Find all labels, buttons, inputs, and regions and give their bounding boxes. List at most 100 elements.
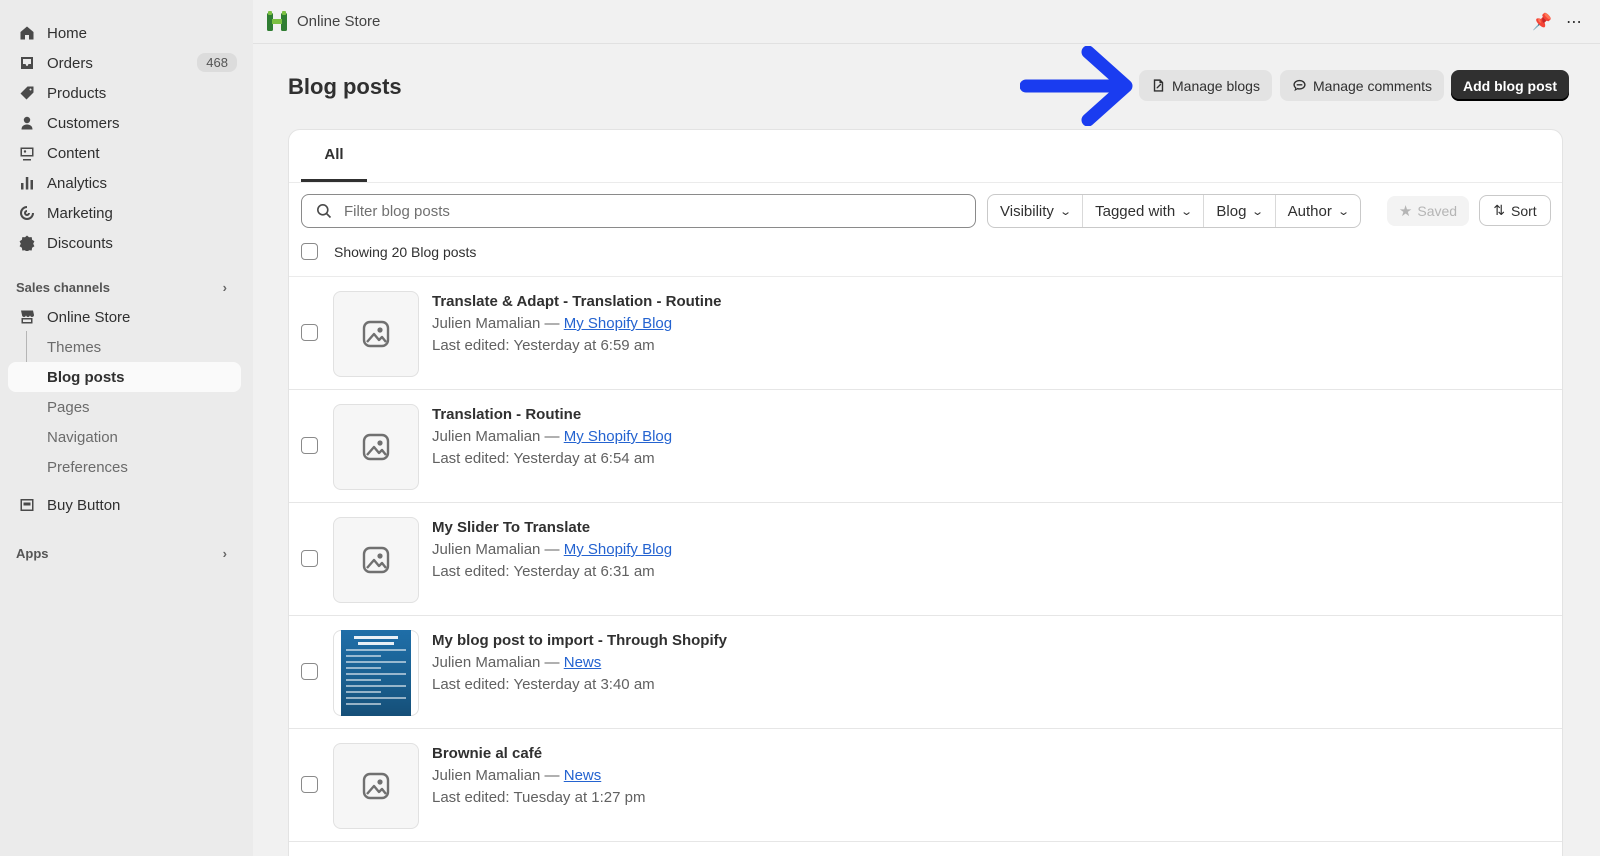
tab-all[interactable]: All (301, 130, 367, 182)
storefront-icon (18, 308, 36, 326)
sort-button[interactable]: ⇅ Sort (1479, 195, 1551, 226)
table-row[interactable]: My blog post to import - Through Shopify… (289, 616, 1562, 729)
sidebar-item-label: Products (47, 84, 107, 102)
more-options-icon[interactable]: ⋯ (1566, 12, 1582, 32)
document-image-icon (341, 630, 411, 716)
post-title[interactable]: Brownie al café (432, 745, 542, 762)
sidebar-item-label: Marketing (47, 204, 113, 222)
image-placeholder-icon (333, 291, 419, 377)
post-blog-link[interactable]: My Shopify Blog (564, 541, 672, 558)
table-row[interactable]: My Slider To Translate Julien Mamalian —… (289, 503, 1562, 616)
post-thumbnail (333, 630, 419, 716)
topbar: Online Store 📌 ⋯ (253, 0, 1600, 44)
row-checkbox[interactable] (301, 776, 318, 793)
add-blog-post-button[interactable]: Add blog post (1451, 70, 1570, 101)
post-last-edited: Last edited: Yesterday at 6:59 am (432, 337, 655, 354)
target-icon (18, 204, 36, 222)
blog-posts-card: All Visibility ⌄ Tagged with ⌄ Blog ⌄ Autho… (288, 129, 1563, 856)
post-last-edited: Last edited: Yesterday at 6:31 am (432, 563, 655, 580)
author-filter[interactable]: Author ⌄ (1276, 195, 1360, 227)
sidebar-item-blog-posts[interactable]: Blog posts (8, 362, 241, 392)
sidebar-item-products[interactable]: Products (0, 78, 253, 108)
post-last-edited: Last edited: Yesterday at 3:40 am (432, 676, 655, 693)
sidebar-item-preferences[interactable]: Preferences (0, 452, 253, 482)
sidebar-item-marketing[interactable]: Marketing (0, 198, 253, 228)
sidebar-item-navigation[interactable]: Navigation (0, 422, 253, 452)
sidebar-item-buy-button[interactable]: Buy Button (0, 490, 253, 520)
topbar-title: Online Store (297, 13, 381, 30)
sidebar-item-label: Online Store (47, 308, 131, 326)
filter-label: Blog (1216, 202, 1247, 220)
sidebar-item-label: Orders (47, 54, 93, 72)
sidebar-item-analytics[interactable]: Analytics (0, 168, 253, 198)
post-author: Julien Mamalian — (432, 767, 560, 784)
saved-label: Saved (1417, 203, 1458, 219)
sidebar: Home Orders 468 Products Customers Conte… (0, 0, 253, 856)
manage-comments-label: Manage comments (1313, 77, 1433, 94)
search-field[interactable] (301, 194, 976, 228)
sidebar-item-label: Customers (47, 114, 120, 132)
post-title[interactable]: Translation - Routine (432, 406, 581, 423)
sales-channels-header[interactable]: Sales channels › (0, 272, 253, 302)
bar-chart-icon (18, 174, 36, 192)
post-blog-link[interactable]: My Shopify Blog (564, 315, 672, 332)
row-checkbox[interactable] (301, 663, 318, 680)
table-row[interactable]: Brownie al café Julien Mamalian — News L… (289, 729, 1562, 842)
chevron-right-icon: › (222, 546, 227, 561)
manage-blogs-button[interactable]: Manage blogs (1139, 70, 1272, 101)
tagged-with-filter[interactable]: Tagged with ⌄ (1083, 195, 1205, 227)
pin-icon[interactable]: 📌 (1532, 12, 1552, 32)
post-blog-link[interactable]: News (564, 654, 602, 671)
inbox-icon (18, 54, 36, 72)
sidebar-item-discounts[interactable]: Discounts (0, 228, 253, 258)
manage-comments-button[interactable]: Manage comments (1280, 70, 1445, 101)
chevron-right-icon: › (222, 280, 227, 295)
saved-button[interactable]: ★ Saved (1387, 196, 1469, 226)
post-title[interactable]: My Slider To Translate (432, 519, 590, 536)
sidebar-item-label: Content (47, 144, 100, 162)
row-checkbox[interactable] (301, 437, 318, 454)
sidebar-item-pages[interactable]: Pages (0, 392, 253, 422)
blog-filter[interactable]: Blog ⌄ (1204, 195, 1276, 227)
sidebar-item-themes[interactable]: Themes (0, 332, 253, 362)
search-icon (317, 204, 332, 219)
orders-count-badge: 468 (197, 53, 237, 72)
post-title[interactable]: Translate & Adapt - Translation - Routin… (432, 293, 721, 310)
post-meta: Julien Mamalian — News (432, 767, 601, 784)
tab-divider (289, 182, 1562, 183)
post-author: Julien Mamalian — (432, 315, 560, 332)
visibility-filter[interactable]: Visibility ⌄ (988, 195, 1084, 227)
sidebar-item-online-store[interactable]: Online Store (0, 302, 253, 332)
image-placeholder-icon (333, 517, 419, 603)
apps-header[interactable]: Apps › (0, 538, 253, 568)
sidebar-item-home[interactable]: Home (0, 18, 253, 48)
row-checkbox[interactable] (301, 550, 318, 567)
select-all-checkbox[interactable] (301, 243, 318, 260)
post-title[interactable]: My blog post to import - Through Shopify (432, 632, 727, 649)
sidebar-item-orders[interactable]: Orders 468 (0, 48, 253, 78)
post-last-edited: Last edited: Yesterday at 6:54 am (432, 450, 655, 467)
image-placeholder-icon (333, 404, 419, 490)
store-logo-icon (267, 10, 287, 31)
post-last-edited: Last edited: Tuesday at 1:27 pm (432, 789, 646, 806)
row-checkbox[interactable] (301, 324, 318, 341)
post-meta: Julien Mamalian — My Shopify Blog (432, 315, 672, 332)
sidebar-item-customers[interactable]: Customers (0, 108, 253, 138)
filter-label: Visibility (1000, 202, 1054, 220)
sort-arrows-icon: ⇅ (1493, 202, 1506, 218)
discount-icon (18, 234, 36, 252)
table-row[interactable]: Translation - Routine Julien Mamalian — … (289, 390, 1562, 503)
tag-icon (18, 84, 36, 102)
arrow-annotation-icon (1020, 46, 1133, 126)
showing-count: Showing 20 Blog posts (334, 243, 477, 260)
post-blog-link[interactable]: My Shopify Blog (564, 428, 672, 445)
filter-group: Visibility ⌄ Tagged with ⌄ Blog ⌄ Author ⌄ (987, 194, 1362, 228)
post-blog-link[interactable]: News (564, 767, 602, 784)
chevron-down-icon: ⌄ (1180, 205, 1194, 218)
filter-label: Author (1287, 202, 1332, 220)
table-row[interactable]: Translate & Adapt - Translation - Routin… (289, 277, 1562, 390)
search-input[interactable] (344, 202, 944, 220)
chevron-down-icon: ⌄ (1059, 205, 1072, 218)
sidebar-item-content[interactable]: Content (0, 138, 253, 168)
sales-channels-label: Sales channels (16, 279, 110, 295)
